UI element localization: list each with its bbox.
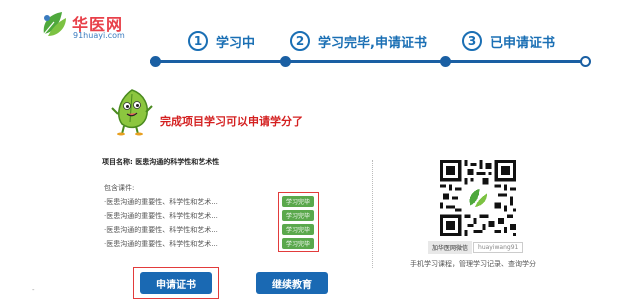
step-number: 3	[462, 31, 482, 51]
course-item[interactable]: ·医患沟通的重要性、科学性和艺术...	[104, 239, 218, 249]
step-tracker: 1 学习中 2 学习完毕,申请证书 3 已申请证书	[150, 30, 595, 70]
step-3: 3 已申请证书	[462, 30, 555, 52]
qr-caption: 手机学习课程，管理学习记录、查询学分	[410, 260, 536, 268]
vertical-divider	[372, 160, 373, 268]
continue-education-button[interactable]: 继续教育	[256, 272, 328, 294]
status-badge: 学习完毕	[282, 224, 314, 235]
wechat-label: 加华医网微信	[428, 240, 473, 254]
course-item[interactable]: ·医患沟通的重要性、科学性和艺术...	[104, 211, 218, 221]
progress-node-current	[440, 56, 451, 67]
leaf-logo-icon	[43, 12, 66, 36]
project-title: 项目名称: 医患沟通的科学性和艺术性	[102, 158, 220, 166]
leaf-mascot-icon	[111, 89, 153, 136]
step-number: 1	[188, 31, 208, 51]
progress-node	[280, 56, 291, 67]
course-item[interactable]: ·医患沟通的重要性、科学性和艺术...	[104, 225, 218, 235]
apply-certificate-button[interactable]: 申请证书	[140, 272, 212, 294]
step-1: 1 学习中	[188, 30, 255, 52]
brand-domain: 91huayi.com	[73, 31, 125, 40]
footer-mark: -	[32, 286, 35, 294]
step-number: 2	[290, 31, 310, 51]
qr-code	[440, 160, 516, 236]
course-item[interactable]: ·医患沟通的重要性、科学性和艺术...	[104, 197, 218, 207]
step-2: 2 学习完毕,申请证书	[290, 30, 427, 52]
status-badge: 学习完毕	[282, 238, 314, 249]
progress-node-pending	[580, 56, 591, 67]
wechat-row: 加华医网微信 huayiwang91	[428, 240, 524, 254]
step-label: 学习中	[216, 35, 256, 51]
courses-label: 包含课件:	[104, 184, 135, 192]
progress-track	[150, 60, 585, 63]
completion-message: 完成项目学习可以申请学分了	[160, 115, 303, 128]
status-badge: 学习完毕	[282, 210, 314, 221]
status-badge: 学习完毕	[282, 196, 314, 207]
step-label: 已申请证书	[490, 35, 556, 51]
wechat-id: huayiwang91	[473, 241, 524, 253]
step-label: 学习完毕,申请证书	[318, 35, 427, 51]
brand-logo[interactable]: 华医网 91huayi.com	[38, 8, 138, 42]
progress-node	[150, 56, 161, 67]
